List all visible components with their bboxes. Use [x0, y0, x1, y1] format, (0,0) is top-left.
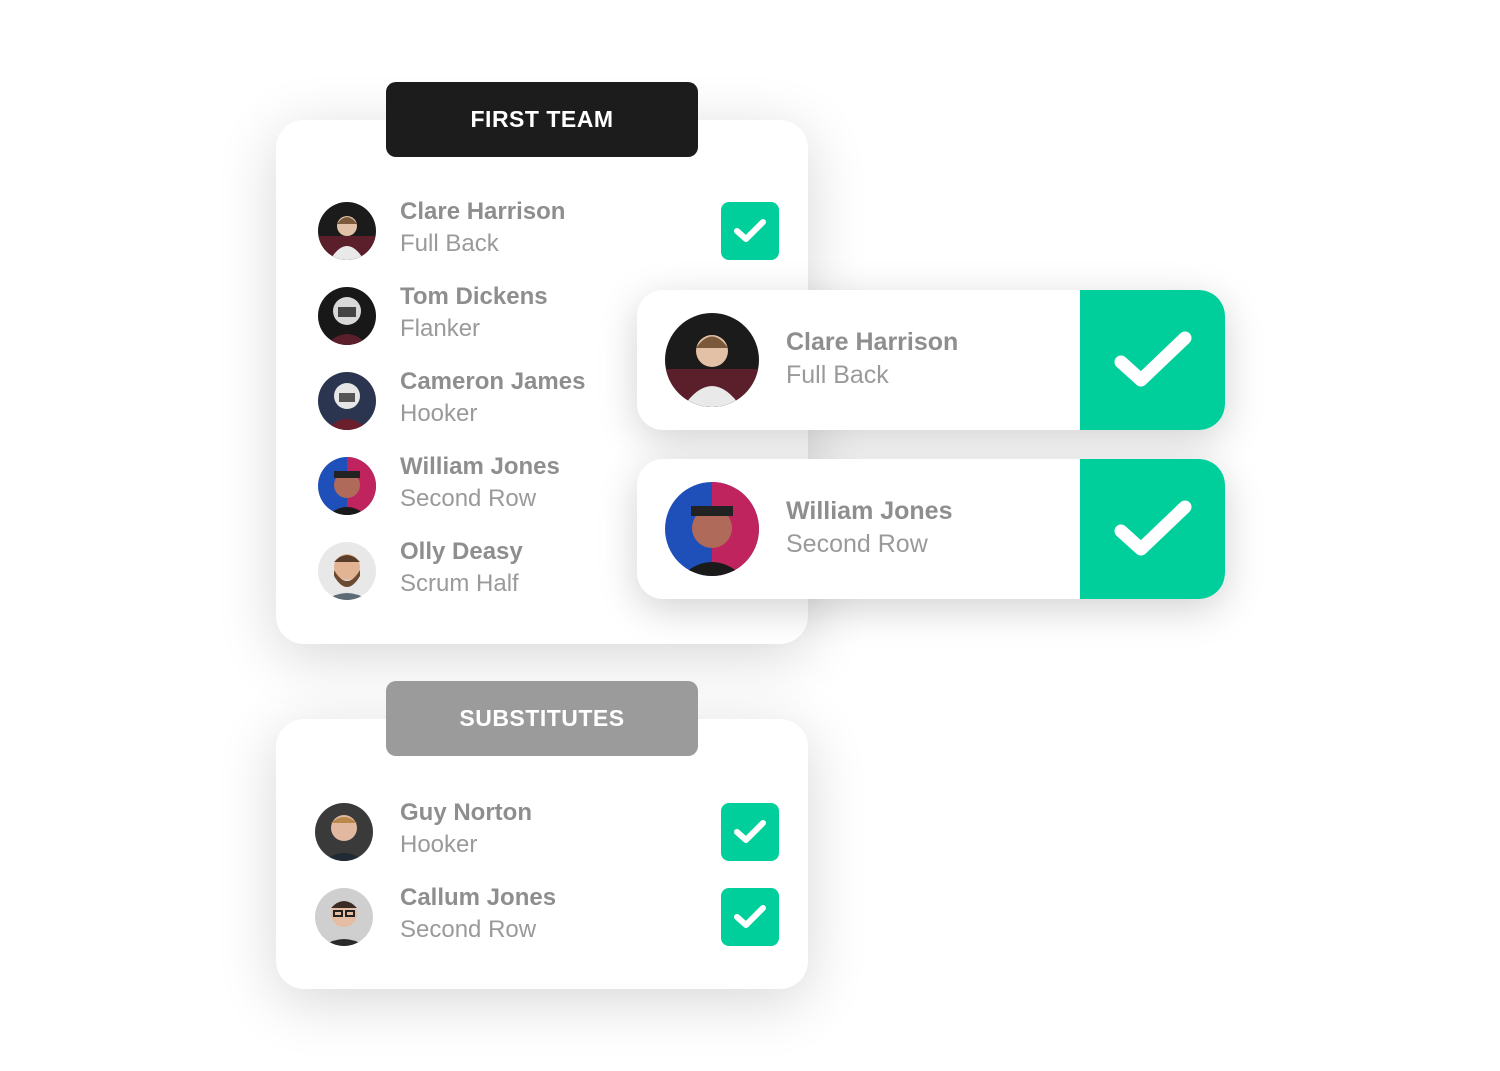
player-position: Second Row	[400, 916, 537, 943]
check-icon	[734, 905, 766, 928]
avatar	[665, 313, 759, 407]
player-name: Olly Deasy	[400, 538, 523, 565]
check-icon	[734, 219, 766, 242]
selected-toggle[interactable]	[1080, 459, 1225, 599]
substitutes-title: SUBSTITUTES	[459, 705, 625, 731]
check-icon	[1114, 331, 1191, 387]
avatar	[318, 202, 376, 260]
avatar	[318, 542, 376, 600]
selected-checkbox[interactable]	[721, 888, 779, 946]
avatar	[315, 888, 373, 946]
player-name: William Jones	[786, 497, 953, 525]
player-name: Guy Norton	[400, 799, 532, 826]
player-row[interactable]: Guy Norton Hooker	[276, 799, 808, 867]
player-position: Full Back	[786, 361, 889, 389]
player-position: Scrum Half	[400, 570, 519, 597]
player-name: Clare Harrison	[786, 328, 959, 356]
selected-checkbox[interactable]	[721, 803, 779, 861]
player-position: Second Row	[400, 485, 537, 512]
substitutes-card: Guy Norton Hooker Callum Jones Second Ro…	[276, 719, 808, 989]
player-name: Cameron James	[400, 368, 586, 395]
substitutes-tab[interactable]: SUBSTITUTES	[386, 681, 698, 756]
avatar	[318, 372, 376, 430]
player-row[interactable]: Callum Jones Second Row	[276, 884, 808, 952]
avatar	[665, 482, 759, 576]
player-position: Second Row	[786, 530, 928, 558]
selected-player-card[interactable]: Clare Harrison Full Back	[637, 290, 1225, 430]
player-position: Hooker	[400, 400, 478, 427]
avatar	[315, 803, 373, 861]
selected-player-card[interactable]: William Jones Second Row	[637, 459, 1225, 599]
player-name: Tom Dickens	[400, 283, 548, 310]
player-position: Flanker	[400, 315, 481, 342]
first-team-title: FIRST TEAM	[470, 106, 614, 132]
selected-toggle[interactable]	[1080, 290, 1225, 430]
player-position: Full Back	[400, 230, 499, 257]
check-icon	[1114, 500, 1191, 556]
player-name: Clare Harrison	[400, 198, 566, 225]
player-position: Hooker	[400, 831, 478, 858]
selected-checkbox[interactable]	[721, 202, 779, 260]
player-name: Callum Jones	[400, 884, 557, 911]
avatar	[318, 457, 376, 515]
first-team-tab[interactable]: FIRST TEAM	[386, 82, 698, 157]
player-row[interactable]: Clare Harrison Full Back	[276, 198, 808, 266]
player-name: William Jones	[400, 453, 560, 480]
avatar	[318, 287, 376, 345]
check-icon	[734, 820, 766, 843]
